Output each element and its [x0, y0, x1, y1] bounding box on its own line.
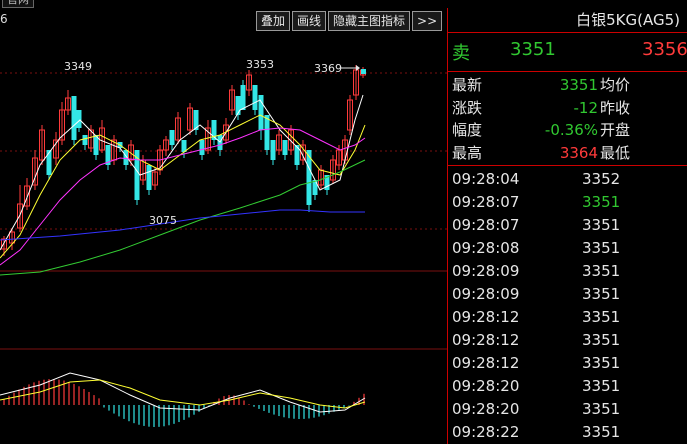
- stat-label-secondary: 均价: [600, 76, 631, 94]
- stat-label-secondary: 开盘: [600, 121, 631, 139]
- hide-main-indicator-button[interactable]: 隐藏主图指标: [328, 11, 411, 31]
- tick-price: 3351: [582, 377, 621, 395]
- bid-price: 3351: [510, 39, 556, 60]
- stat-row: 幅度 -0.36% 开盘: [448, 119, 687, 142]
- tick-time: 09:28:20: [452, 400, 520, 418]
- tick-price: 3352: [582, 170, 621, 188]
- stat-row: 涨跌 -12 昨收: [448, 97, 687, 120]
- tick-row: 09:28:20 3351: [448, 398, 687, 421]
- ma120-line: [0, 209, 365, 241]
- tick-time: 09:28:12: [452, 331, 520, 349]
- stat-value: 3351: [559, 76, 598, 94]
- price-label: 3075: [149, 214, 177, 227]
- price-label: 3369: [314, 62, 342, 75]
- tick-price: 3351: [582, 354, 621, 372]
- top-bar: 官网: [0, 0, 687, 8]
- tick-price: 3351: [582, 331, 621, 349]
- more-button[interactable]: >>: [412, 11, 443, 31]
- stats-block: 最新 3351 均价涨跌 -12 昨收幅度 -0.36% 开盘最高 3364 最低: [448, 72, 687, 166]
- stat-row: 最新 3351 均价: [448, 74, 687, 97]
- tick-row: 09:28:07 3351: [448, 214, 687, 237]
- quote-panel: 白银5KG(AG5) 卖 3351 3356 最新 3351 均价 涨跌 -12 昨收 幅度…: [447, 8, 687, 444]
- tick-row: 09:28:09 3351: [448, 283, 687, 306]
- last-price-marker: [361, 69, 366, 74]
- tick-time: 09:28:12: [452, 308, 520, 326]
- tick-time: 09:28:20: [452, 377, 520, 395]
- tick-price: 3351: [582, 193, 621, 211]
- candle-body: [146, 165, 152, 190]
- stat-label: 涨跌: [452, 98, 483, 117]
- macd-dif-line: [0, 372, 366, 413]
- tab-fragment-label: 官网: [7, 0, 29, 6]
- candle-body: [169, 130, 175, 145]
- tick-time: 09:28:07: [452, 216, 520, 234]
- candle-body: [312, 180, 318, 195]
- tick-price: 3351: [582, 216, 621, 234]
- instrument-title: 白银5KG(AG5): [448, 8, 687, 33]
- stat-value: 3364: [559, 143, 598, 162]
- candle-body: [252, 85, 258, 110]
- tick-row: 09:28:09 3351: [448, 260, 687, 283]
- draw-line-button[interactable]: 画线: [292, 11, 327, 31]
- candle-body: [46, 150, 52, 175]
- stat-row: 最高 3364 最低: [448, 142, 687, 165]
- tick-price: 3351: [582, 285, 621, 303]
- chart-canvas[interactable]: 3349 3353 3369 3075: [0, 8, 447, 444]
- candle-body: [82, 135, 88, 145]
- tick-time: 09:28:09: [452, 262, 520, 280]
- price-label: 3349: [64, 60, 92, 73]
- candle-body: [123, 150, 129, 165]
- stat-label: 最高: [452, 143, 483, 162]
- kline-chart[interactable]: 3349 3353 3369 3075: [0, 8, 447, 444]
- tick-row: 09:28:20 3351: [448, 375, 687, 398]
- tick-price: 3351: [582, 262, 621, 280]
- tick-price: 3351: [582, 308, 621, 326]
- tick-row: 09:28:12 3351: [448, 352, 687, 375]
- sell-label: 卖: [452, 43, 470, 64]
- candle-body: [270, 140, 276, 160]
- tick-price: 3351: [582, 239, 621, 257]
- chart-left-label: 6: [0, 12, 8, 26]
- tick-time: 09:28:09: [452, 285, 520, 303]
- stat-label-secondary: 最低: [600, 143, 631, 162]
- stat-value: -0.36%: [544, 121, 598, 139]
- candle-body: [76, 110, 82, 128]
- tick-row: 09:28:12 3351: [448, 329, 687, 352]
- tab-fragment[interactable]: 官网: [2, 0, 34, 8]
- tick-row: 09:28:08 3351: [448, 237, 687, 260]
- tick-time: 09:28:04: [452, 170, 520, 188]
- tick-row: 09:28:04 3352: [448, 168, 687, 191]
- candle-body: [199, 140, 205, 155]
- tick-time: 09:28:22: [452, 423, 520, 441]
- stat-value: -12: [573, 98, 599, 117]
- price-label: 3353: [246, 58, 274, 71]
- macd-dea-line: [0, 379, 366, 409]
- candle-body: [71, 96, 77, 140]
- tick-list[interactable]: 09:28:04 3352 09:28:07 3351 09:28:07 3351 09:2…: [448, 166, 687, 444]
- tick-time: 09:28:07: [452, 193, 520, 211]
- tick-time: 09:28:08: [452, 239, 520, 257]
- stat-label: 幅度: [452, 121, 483, 139]
- chart-toolbar: 叠加 画线 隐藏主图指标 >>: [256, 11, 443, 31]
- tick-price: 3351: [582, 400, 621, 418]
- candle-body: [264, 115, 270, 150]
- bid-ask-row: 卖 3351 3356: [448, 33, 687, 72]
- ask-price: 3356: [642, 39, 687, 60]
- tick-row: 09:28:07 3351: [448, 191, 687, 214]
- tick-time: 09:28:12: [452, 354, 520, 372]
- overlay-button[interactable]: 叠加: [256, 11, 291, 31]
- tick-price: 3351: [582, 423, 621, 441]
- candle-body: [294, 145, 300, 165]
- tick-row: 09:28:12 3351: [448, 306, 687, 329]
- candle-body: [240, 85, 246, 110]
- candle-body: [235, 96, 241, 115]
- stat-label: 最新: [452, 76, 483, 94]
- candle-body: [282, 140, 288, 155]
- stat-label-secondary: 昨收: [600, 98, 631, 117]
- tick-row: 09:28:22 3351: [448, 421, 687, 444]
